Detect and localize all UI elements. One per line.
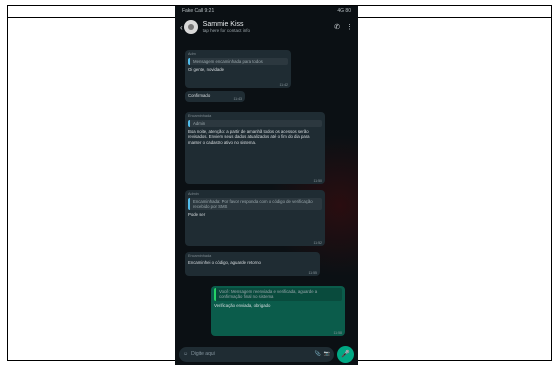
chat-area[interactable]: Adm Mensagem encaminhada para todos Oi g… bbox=[175, 38, 358, 343]
message-input[interactable]: ☺ Digite aqui 📎 📷 bbox=[179, 346, 334, 362]
message-bubble-outgoing[interactable]: Você: Mensagem reenviada e verificada, a… bbox=[211, 286, 345, 336]
message-sender: Encaminhada bbox=[188, 254, 212, 258]
back-arrow-icon[interactable]: ‹ bbox=[180, 23, 183, 32]
message-sender: Adm bbox=[188, 52, 196, 56]
more-options-icon[interactable]: ⋮ bbox=[346, 23, 353, 31]
chat-header: ‹ Sammie Kiss tap here for contact info … bbox=[175, 16, 358, 38]
message-placeholder: Digite aqui bbox=[191, 351, 215, 357]
message-time: 11:58 bbox=[333, 330, 343, 335]
message-bubble[interactable]: Adm Mensagem encaminhada para todos Oi g… bbox=[185, 50, 291, 88]
message-time: 11:52 bbox=[313, 240, 323, 245]
message-time: 11:42 bbox=[279, 82, 289, 87]
message-bubble[interactable]: Encaminhada Admin Boa noite, atenção: a … bbox=[185, 112, 325, 184]
avatar[interactable] bbox=[183, 20, 198, 34]
composer-bar: ☺ Digite aqui 📎 📷 🎤 bbox=[175, 343, 358, 365]
quoted-message[interactable]: Mensagem encaminhada para todos bbox=[188, 57, 288, 66]
contact-info[interactable]: Sammie Kiss tap here for contact info bbox=[203, 21, 334, 34]
attach-icon[interactable]: 📎 bbox=[315, 351, 321, 357]
status-bar: Fake Call 9:21 4G 80 bbox=[175, 6, 358, 16]
message-text: Boa noite, atenção: a partir de amanhã t… bbox=[188, 129, 310, 145]
status-time: Fake Call 9:21 bbox=[182, 8, 215, 14]
phone-call-icon[interactable]: ✆ bbox=[334, 23, 340, 31]
quoted-message[interactable]: Encaminhada: Por favor responda com o có… bbox=[188, 197, 322, 211]
mic-icon[interactable]: 🎤 bbox=[337, 345, 354, 363]
quoted-message[interactable]: Você: Mensagem reenviada e verificada, a… bbox=[214, 288, 342, 301]
phone-screen: Fake Call 9:21 4G 80 ‹ Sammie Kiss tap h… bbox=[175, 6, 358, 365]
message-time: 11:50 bbox=[313, 178, 323, 183]
message-sender: Admin bbox=[188, 192, 199, 196]
message-text: Verificação enviada, obrigado bbox=[214, 302, 271, 308]
message-time: 11:55 bbox=[308, 270, 318, 275]
contact-subtitle: tap here for contact info bbox=[202, 27, 250, 33]
camera-icon[interactable]: 📷 bbox=[324, 351, 330, 357]
message-bubble[interactable]: Confirmado 11:43 bbox=[185, 91, 245, 102]
message-text: Oi gente, novidade bbox=[188, 67, 225, 73]
message-time: 11:43 bbox=[233, 96, 243, 101]
mic-glyph: 🎤 bbox=[341, 351, 350, 358]
quoted-message[interactable]: Admin bbox=[188, 119, 322, 128]
contact-name: Sammie Kiss bbox=[202, 20, 244, 28]
status-indicators: 4G 80 bbox=[337, 8, 351, 14]
message-bubble[interactable]: Encaminhada Encaminhei o código, aguarde… bbox=[185, 252, 320, 276]
message-sender: Encaminhada bbox=[188, 114, 212, 118]
message-text: Pode ser bbox=[188, 212, 206, 218]
emoji-icon[interactable]: ☺ bbox=[183, 351, 188, 357]
message-bubble[interactable]: Admin Encaminhada: Por favor responda co… bbox=[185, 190, 325, 246]
message-text: Encaminhei o código, aguarde retorno bbox=[188, 259, 261, 265]
